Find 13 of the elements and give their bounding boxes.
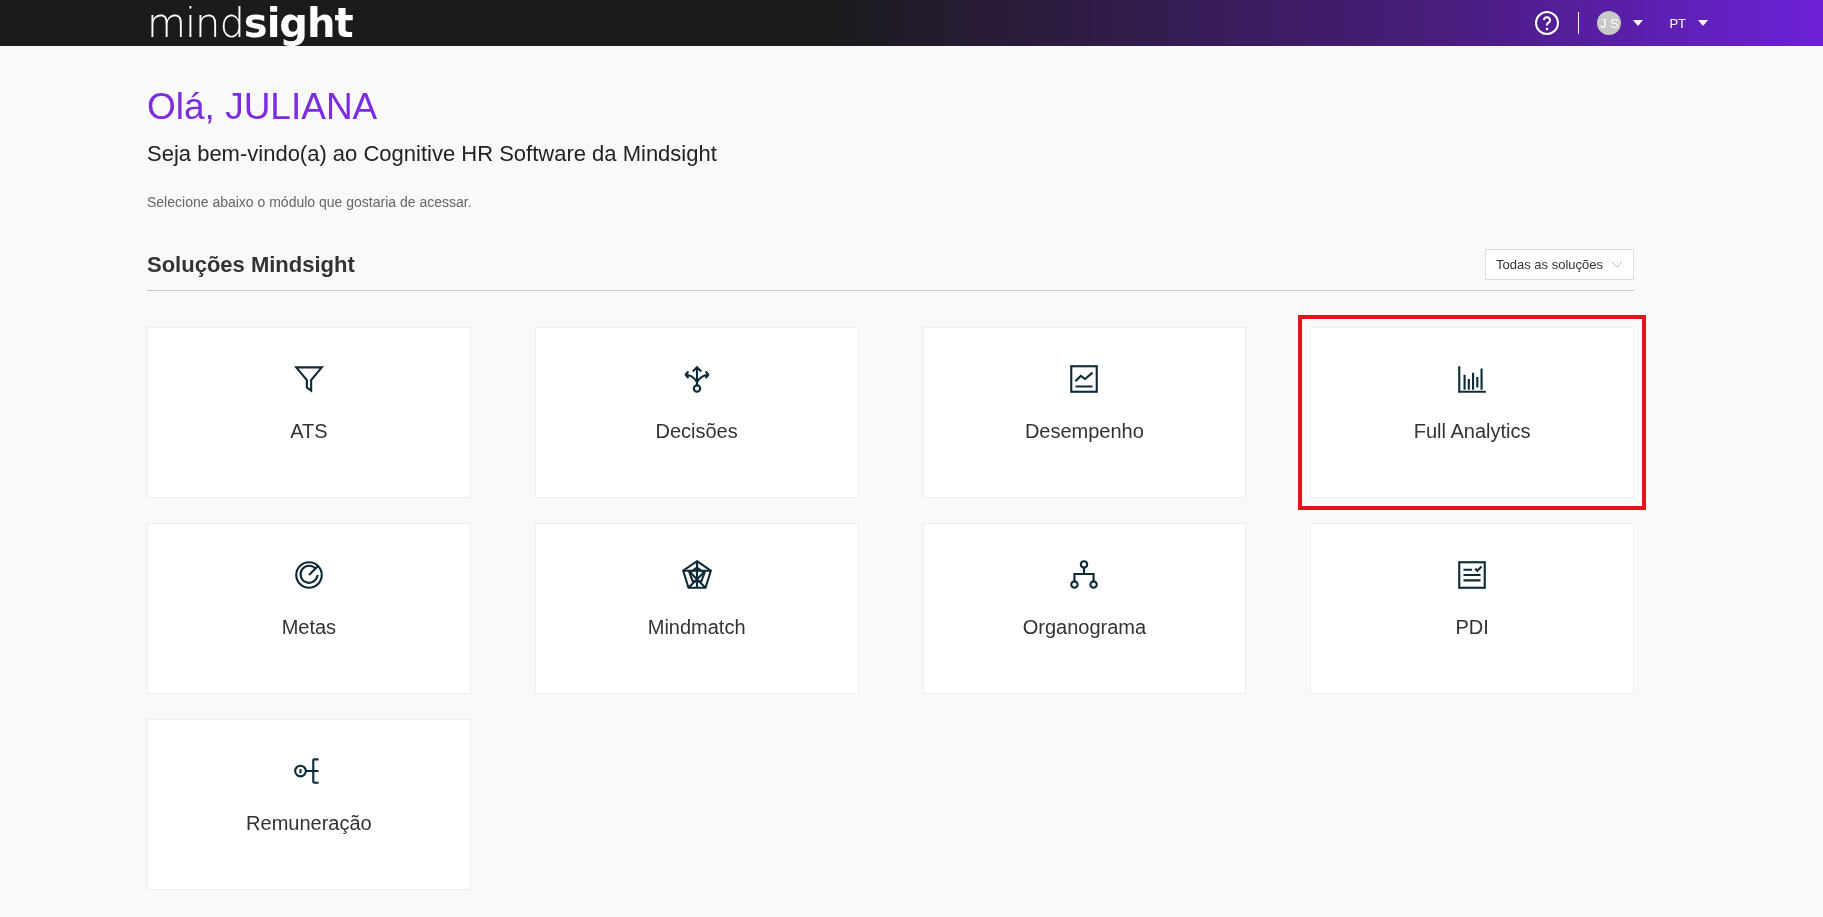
section-title: Soluções Mindsight (147, 251, 355, 278)
help-icon[interactable] (1534, 10, 1561, 36)
caret-icon[interactable] (1633, 20, 1644, 26)
module-card[interactable]: Full Analytics (1298, 315, 1646, 510)
chevron-down-icon (1611, 261, 1623, 268)
greeting: Olá, JULIANA (147, 86, 379, 128)
welcome-text: Seja bem-vindo(a) ao Cognitive HR Software da Mindsight (147, 141, 718, 167)
solutions-filter-dropdown[interactable]: Todas as soluções (1485, 249, 1634, 280)
caret-icon[interactable] (1698, 20, 1708, 26)
logo[interactable]: mindsight (147, 0, 353, 46)
language-selector[interactable]: PT (1669, 15, 1686, 31)
instruction-text: Selecione abaixo o módulo que gostaria de acessar. (147, 194, 473, 210)
radar-icon (679, 558, 714, 592)
